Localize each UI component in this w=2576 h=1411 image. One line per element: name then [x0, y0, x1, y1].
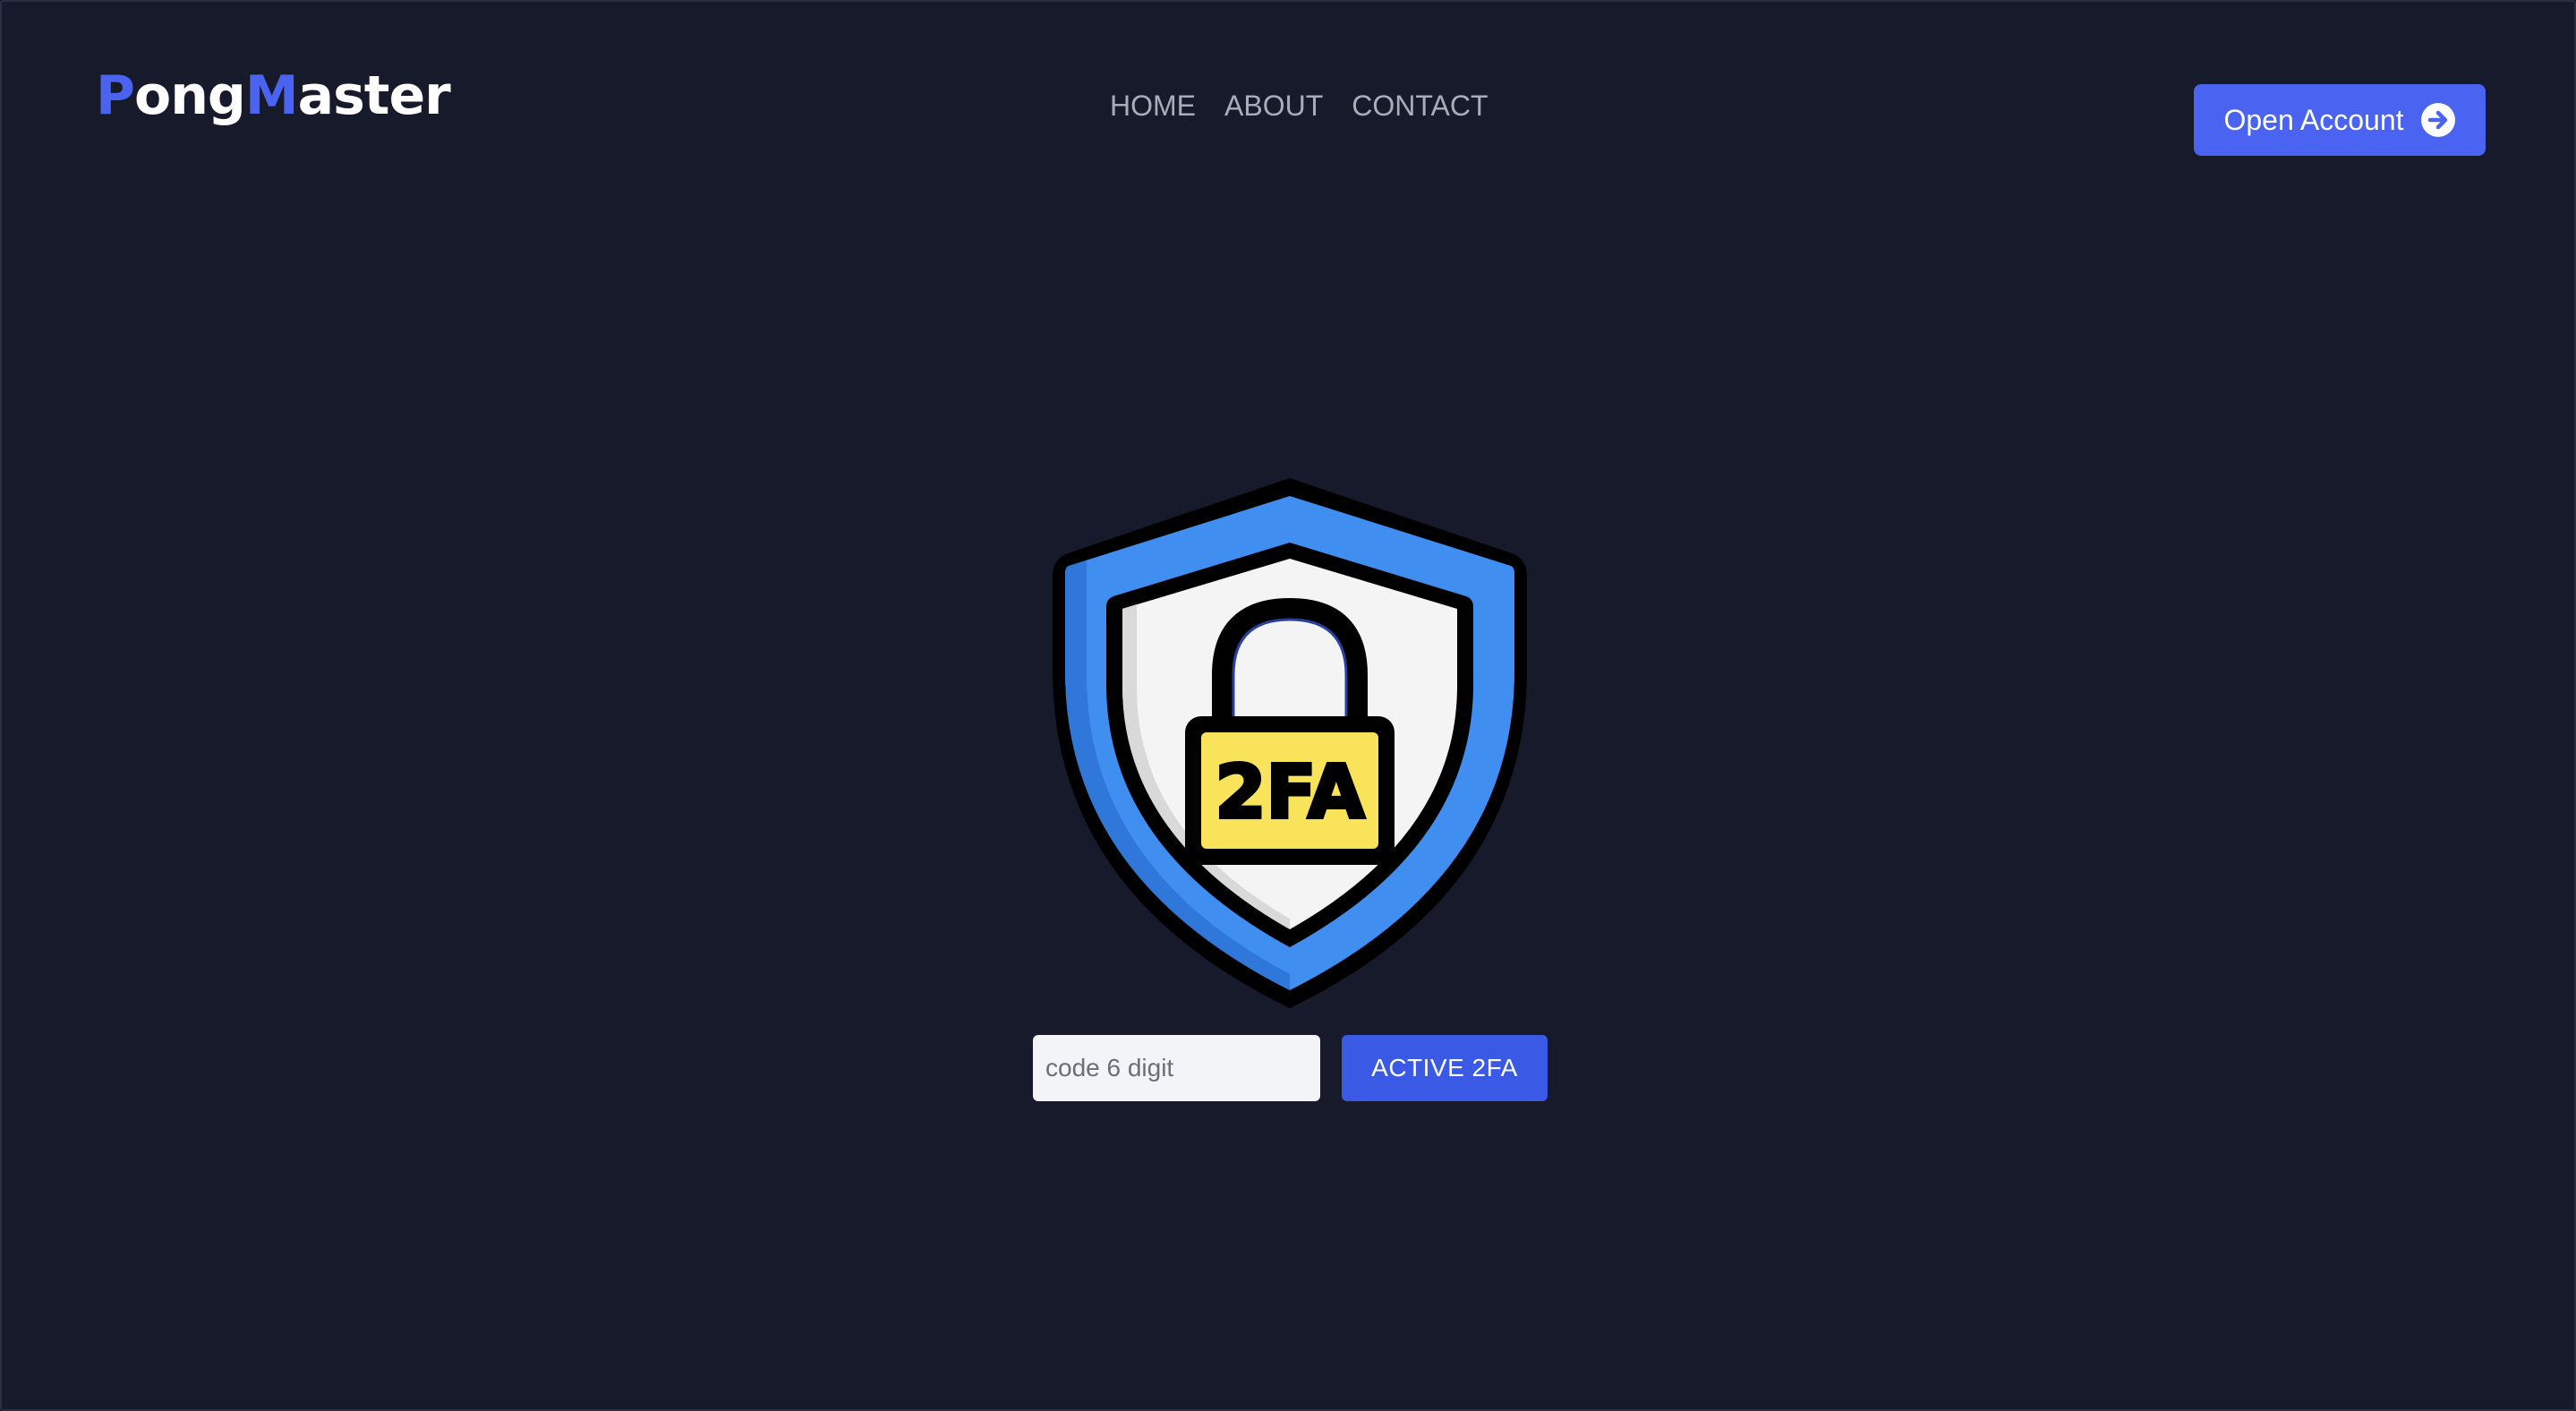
nav-home-link[interactable]: HOME [1110, 88, 1196, 124]
logo-text-aster: aster [297, 64, 451, 127]
nav-about-link[interactable]: ABOUT [1224, 88, 1323, 124]
arrow-right-circle-icon [2420, 103, 2455, 137]
open-account-label: Open Account [2223, 103, 2404, 136]
nav-contact-link[interactable]: CONTACT [1352, 88, 1488, 124]
badge-2fa-text: 2FA [1215, 750, 1365, 835]
logo-initial-m: M [244, 64, 299, 127]
logo-initial-p: P [96, 64, 135, 127]
shield-lock-2fa-icon: 2FA [1053, 478, 1527, 1008]
twofa-form: ACTIVE 2FA [1033, 1035, 1548, 1101]
logo-text-ong: ong [133, 64, 246, 127]
open-account-button[interactable]: Open Account [2194, 84, 2486, 156]
main-nav: HOME ABOUT CONTACT [1110, 88, 1488, 124]
app-window: PongMaster HOME ABOUT CONTACT Open Accou… [0, 0, 2576, 1411]
code-input[interactable] [1033, 1035, 1320, 1101]
brand-logo[interactable]: PongMaster [96, 64, 451, 127]
active-2fa-button[interactable]: ACTIVE 2FA [1342, 1035, 1548, 1101]
